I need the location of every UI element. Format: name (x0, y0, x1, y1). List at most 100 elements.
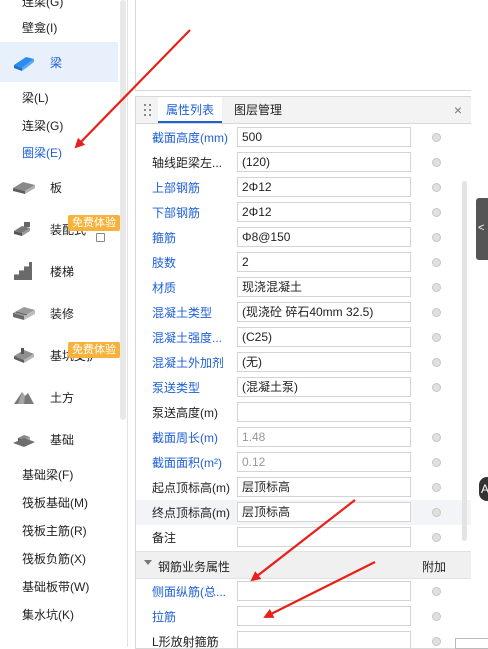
property-value-field[interactable]: 1.48 (237, 427, 411, 447)
property-row[interactable]: 侧面纵筋(总... (136, 579, 472, 604)
property-row[interactable]: 备注 (136, 525, 472, 550)
property-value-field[interactable]: 2Φ12 (237, 202, 411, 222)
property-value-field[interactable]: 500 (237, 127, 411, 147)
attach-toggle-dot[interactable] (432, 358, 441, 367)
free-trial-badge[interactable]: 免费体验 (68, 215, 120, 231)
attach-toggle-dot[interactable] (432, 308, 441, 317)
category-prefab[interactable]: 装配式 免费体验 (0, 209, 120, 249)
property-row[interactable]: 泵送类型 (混凝土泵) (136, 375, 472, 400)
property-value-field[interactable]: 0.12 (237, 452, 411, 472)
sidebar-scrollbar[interactable] (120, 0, 126, 420)
sidebar-item-niche[interactable]: 壁龛(I) (22, 18, 57, 38)
attach-toggle-dot[interactable] (432, 483, 441, 492)
tab-property-list[interactable]: 属性列表 (158, 97, 223, 123)
attach-toggle-dot[interactable] (432, 637, 441, 646)
property-name[interactable]: 下部钢筋 (152, 204, 238, 221)
category-beam[interactable]: 梁 (0, 42, 118, 82)
property-value-field[interactable]: 层顶标高 (237, 502, 411, 522)
attach-toggle-dot[interactable] (432, 508, 441, 517)
property-row[interactable]: 下部钢筋 2Φ12 (136, 200, 472, 225)
attach-toggle-dot[interactable] (432, 333, 441, 342)
sidebar-item-coupling-beam-top[interactable]: 连梁(G) (22, 0, 63, 12)
attach-toggle-dot[interactable] (432, 383, 441, 392)
sidebar-item-raft-negative-rebar[interactable]: 筏板负筋(X) (22, 549, 86, 569)
property-name[interactable]: 箍筋 (152, 229, 238, 246)
property-value-field[interactable]: 2Φ12 (237, 177, 411, 197)
property-name[interactable]: 侧面纵筋(总... (152, 583, 238, 600)
attach-toggle-dot[interactable] (432, 612, 441, 621)
property-name[interactable]: 截面周长(m) (152, 429, 238, 446)
category-slab[interactable]: 板 (0, 167, 118, 207)
property-name[interactable]: 混凝土类型 (152, 304, 238, 321)
attach-toggle-dot[interactable] (432, 183, 441, 192)
property-row[interactable]: 混凝土强度... (C25) (136, 325, 472, 350)
property-name[interactable]: 混凝土外加剂 (152, 354, 238, 371)
property-value-field[interactable]: 2 (237, 252, 411, 272)
attach-toggle-dot[interactable] (432, 283, 441, 292)
property-value-field[interactable]: 层顶标高 (237, 477, 411, 497)
properties-scrollbar[interactable] (462, 181, 467, 541)
collapse-tab[interactable]: < (476, 198, 488, 260)
sidebar-item-ring-beam[interactable]: 圈梁(E) (22, 143, 62, 163)
attach-toggle-dot[interactable] (432, 533, 441, 542)
category-pit-support[interactable]: 基坑支护 免费体验 (0, 335, 120, 375)
sidebar-item-beam[interactable]: 梁(L) (22, 88, 49, 108)
property-name[interactable]: 肢数 (152, 254, 238, 271)
sidebar-item-raft-main-rebar[interactable]: 筏板主筋(R) (22, 521, 87, 541)
property-value-field[interactable]: (120) (237, 152, 411, 172)
close-icon[interactable]: × (454, 102, 462, 118)
floating-a-button[interactable]: A (479, 477, 488, 501)
property-row[interactable]: 混凝土外加剂 (无) (136, 350, 472, 375)
category-earthwork[interactable]: 土方 (0, 377, 118, 417)
property-row[interactable]: 混凝土类型 (现浇砼 碎石40mm 32.5) (136, 300, 472, 325)
rebar-business-section[interactable]: 钢筋业务属性 附加 (136, 551, 472, 579)
attach-toggle-dot[interactable] (432, 587, 441, 596)
property-row[interactable]: 肢数 2 (136, 250, 472, 275)
property-name[interactable]: 混凝土强度... (152, 329, 238, 346)
property-row[interactable]: 箍筋 Φ8@150 (136, 225, 472, 250)
category-decoration[interactable]: 装修 (0, 293, 118, 333)
property-value-field[interactable] (237, 527, 411, 547)
attach-toggle-dot[interactable] (432, 233, 441, 242)
property-row[interactable]: 轴线距梁左... (120) (136, 150, 472, 175)
sidebar-item-sump-pit[interactable]: 集水坑(K) (22, 605, 74, 625)
category-stairs[interactable]: 楼梯 (0, 251, 118, 291)
property-row[interactable]: 起点顶标高(m) 层顶标高 (136, 475, 472, 500)
sidebar-item-foundation-beam[interactable]: 基础梁(F) (22, 465, 73, 485)
property-row[interactable]: L形放射箍筋 (136, 629, 472, 648)
collapse-triangle-icon[interactable] (144, 560, 152, 565)
property-name[interactable]: 拉筋 (152, 608, 238, 625)
tab-layer-management[interactable]: 图层管理 (234, 97, 282, 123)
attach-toggle-dot[interactable] (432, 133, 441, 142)
property-name[interactable]: 上部钢筋 (152, 179, 238, 196)
property-value-field[interactable]: (混凝土泵) (237, 377, 411, 397)
attach-toggle-dot[interactable] (432, 433, 441, 442)
drag-handle-icon[interactable] (144, 104, 152, 116)
property-value-field[interactable]: 现浇混凝土 (237, 277, 411, 297)
category-foundation[interactable]: 基础 (0, 419, 118, 459)
property-name[interactable]: 截面面积(m²) (152, 454, 238, 471)
property-row[interactable]: 泵送高度(m) (136, 400, 472, 425)
property-row[interactable]: 截面面积(m²) 0.12 (136, 450, 472, 475)
property-value-field[interactable] (237, 581, 411, 601)
sidebar-item-raft-foundation[interactable]: 筏板基础(M) (22, 493, 88, 513)
property-row[interactable]: 截面高度(mm) 500 (136, 125, 472, 150)
property-value-field[interactable]: (现浇砼 碎石40mm 32.5) (237, 302, 411, 322)
property-name[interactable]: 材质 (152, 279, 238, 296)
attach-toggle-dot[interactable] (432, 208, 441, 217)
property-value-field[interactable]: (C25) (237, 327, 411, 347)
property-row[interactable]: 上部钢筋 2Φ12 (136, 175, 472, 200)
attach-toggle-dot[interactable] (432, 258, 441, 267)
property-value-field[interactable] (237, 631, 411, 648)
property-row[interactable]: 截面周长(m) 1.48 (136, 425, 472, 450)
property-name[interactable]: 泵送类型 (152, 379, 238, 396)
property-row[interactable]: 拉筋 (136, 604, 472, 629)
property-value-field[interactable] (237, 402, 411, 422)
property-row[interactable]: 终点顶标高(m) 层顶标高 (136, 500, 472, 525)
sidebar-item-coupling-beam[interactable]: 连梁(G) (22, 116, 63, 136)
property-row[interactable]: 材质 现浇混凝土 (136, 275, 472, 300)
property-value-field[interactable] (237, 606, 411, 626)
property-name[interactable]: 截面高度(mm) (152, 129, 238, 146)
attach-toggle-dot[interactable] (432, 458, 441, 467)
free-trial-badge[interactable]: 免费体验 (68, 342, 120, 358)
